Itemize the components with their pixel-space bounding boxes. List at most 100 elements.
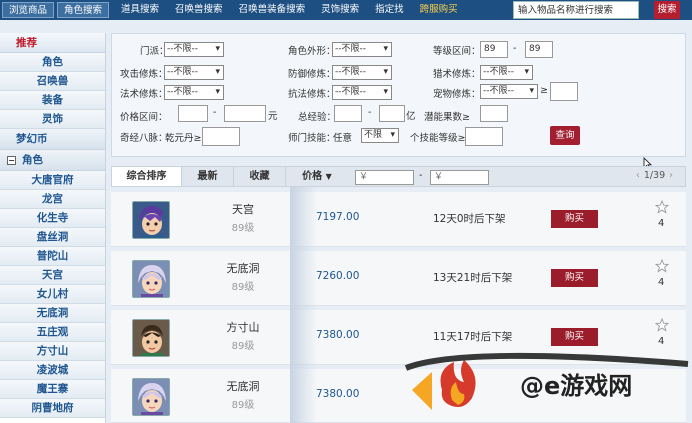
qimai-input[interactable]: [202, 127, 240, 146]
sidebar-item-school[interactable]: 化生寺: [0, 209, 105, 228]
tab-designated-find[interactable]: 指定找: [369, 2, 410, 18]
sidebar-item-school[interactable]: 凌波城: [0, 361, 105, 380]
tab-sort-newest[interactable]: 最新: [182, 167, 234, 186]
exp-min-input[interactable]: [334, 105, 362, 122]
top-navigation: 浏览商品 角色搜索 道具搜索 召唤兽搜索 召唤兽装备搜索 灵饰搜索 指定找 跨服…: [0, 0, 692, 20]
buy-button[interactable]: 购买: [551, 328, 598, 346]
exp-unit: 亿: [406, 111, 416, 122]
magic-cultivation-select[interactable]: --不限--: [164, 85, 224, 100]
listing-price: 7197.00: [316, 211, 360, 223]
defense-cultivation-select[interactable]: --不限--: [332, 65, 392, 80]
favorite-count: 4: [658, 218, 665, 229]
tab-role-search[interactable]: 角色搜索: [57, 2, 110, 18]
price-filter-max[interactable]: ￥: [430, 170, 489, 185]
character-avatar: [132, 260, 170, 298]
listing-expire-time: 13天21时后下架: [433, 272, 513, 284]
level-min-input[interactable]: 89: [480, 41, 508, 58]
search-input[interactable]: 输入物品名称进行搜索: [513, 1, 639, 19]
search-button[interactable]: 搜索: [654, 1, 680, 19]
pet-cultivation-input[interactable]: [550, 82, 578, 101]
sidebar-item-school[interactable]: 龙宫: [0, 190, 105, 209]
tab-cross-server-buy[interactable]: 跨服购买: [414, 2, 464, 18]
prev-page-button[interactable]: ‹: [636, 170, 640, 181]
listing-school: 天宫: [232, 203, 254, 216]
level-dash: -: [513, 43, 517, 54]
sidebar-item-currency[interactable]: 梦幻币: [0, 129, 105, 150]
listing-level: 89级: [231, 400, 255, 411]
sidebar-recommend-header[interactable]: 推荐: [0, 33, 105, 53]
listing-price: 7380.00: [316, 329, 360, 341]
sidebar-item-school[interactable]: 女儿村: [0, 285, 105, 304]
attack-cultivation-select[interactable]: --不限--: [164, 65, 224, 80]
sidebar-category-role[interactable]: − 角色: [0, 150, 105, 171]
tab-sort-price[interactable]: 价格 ▼: [286, 167, 348, 186]
sidebar-item-school[interactable]: 无底洞: [0, 304, 105, 323]
tab-sort-overall[interactable]: 综合排序: [112, 167, 182, 186]
list-item[interactable]: 无底洞 89级 7260.00 13天21时后下架 购买 4: [111, 251, 686, 306]
sidebar-item-pet[interactable]: 召唤兽: [0, 72, 105, 91]
chevron-down-icon: ▼: [325, 172, 332, 181]
buy-button[interactable]: 购买: [551, 269, 598, 287]
price-unit: 元: [268, 111, 278, 122]
query-button[interactable]: 查询: [550, 126, 580, 145]
listing-school: 无底洞: [226, 380, 260, 393]
character-avatar: [132, 201, 170, 239]
character-avatar: [132, 378, 170, 416]
star-icon[interactable]: [655, 259, 669, 273]
tab-pet-equip-search[interactable]: 召唤兽装备搜索: [233, 2, 312, 18]
star-icon[interactable]: [655, 200, 669, 214]
sidebar-item-school[interactable]: 方寸山: [0, 342, 105, 361]
price-max-input[interactable]: [224, 105, 266, 122]
listing-expire-time: 11天17时后下架: [433, 331, 513, 343]
tab-browse-goods[interactable]: 浏览商品: [2, 2, 55, 18]
listing-price: 7380.00: [316, 388, 360, 400]
next-page-button[interactable]: ›: [669, 170, 673, 181]
favorite-count: 4: [658, 336, 665, 347]
sidebar-item-school[interactable]: 魔王寨: [0, 380, 105, 399]
tab-sort-favorites[interactable]: 收藏: [234, 167, 286, 186]
sort-price-dash: -: [419, 170, 423, 181]
magic-cultivation-label: 法术修炼：: [120, 89, 168, 100]
qimai-label: 奇经八脉：: [120, 133, 168, 144]
potential-input[interactable]: [480, 105, 508, 122]
sidebar-item-school[interactable]: 天宫: [0, 266, 105, 285]
favorite-count: 4: [658, 277, 665, 288]
resist-cultivation-select[interactable]: --不限--: [332, 85, 392, 100]
price-min-input[interactable]: [178, 105, 208, 122]
sidebar-item-equipment[interactable]: 装备: [0, 91, 105, 110]
sidebar-item-school[interactable]: 盘丝洞: [0, 228, 105, 247]
sidebar-item-school[interactable]: 五庄观: [0, 323, 105, 342]
listing-school: 无底洞: [226, 262, 260, 275]
exp-max-input[interactable]: [379, 105, 405, 122]
listing-price: 7260.00: [316, 270, 360, 282]
pet-cultivation-select[interactable]: --不限--: [480, 84, 538, 99]
sidebar-item-school[interactable]: 阴曹地府: [0, 399, 105, 418]
skill-count-label: 个技能等级≥: [410, 133, 466, 144]
skill-select[interactable]: 不限: [361, 128, 399, 143]
school-select[interactable]: --不限--: [164, 42, 224, 57]
pagination: ‹ 1/39 ›: [632, 170, 677, 181]
hunt-cultivation-select[interactable]: --不限--: [480, 65, 533, 80]
page-indicator: 1/39: [643, 170, 666, 181]
listing-expire-time: 12天0时后下架: [433, 213, 506, 225]
sidebar-item-school[interactable]: 普陀山: [0, 247, 105, 266]
sidebar-category-label: 角色: [22, 154, 43, 166]
sidebar-item-role[interactable]: 角色: [0, 53, 105, 72]
hunt-cultivation-label: 猎术修炼：: [433, 69, 481, 80]
buy-button[interactable]: 购买: [551, 210, 598, 228]
tab-pet-search[interactable]: 召唤兽搜索: [169, 2, 229, 18]
collapse-icon[interactable]: −: [7, 156, 16, 165]
star-icon[interactable]: [655, 318, 669, 332]
tab-ornament-search[interactable]: 灵饰搜索: [315, 2, 365, 18]
sidebar-item-ornament[interactable]: 灵饰: [0, 110, 105, 129]
resist-cultivation-label: 抗法修炼：: [288, 89, 336, 100]
skill-any-label: 任意: [333, 133, 353, 144]
level-max-input[interactable]: 89: [525, 41, 553, 58]
tab-item-search[interactable]: 道具搜索: [115, 2, 165, 18]
skill-level-input[interactable]: [465, 127, 503, 146]
sidebar-item-school[interactable]: 大唐官府: [0, 171, 105, 190]
list-item[interactable]: 天宫 89级 7197.00 12天0时后下架 购买 4: [111, 192, 686, 247]
price-filter-min[interactable]: ￥: [355, 170, 414, 185]
sidebar: 推荐 角色 召唤兽 装备 灵饰 梦幻币 − 角色 大唐官府 龙宫 化生寺 盘丝洞 …: [0, 33, 106, 423]
appearance-select[interactable]: --不限--: [332, 42, 392, 57]
